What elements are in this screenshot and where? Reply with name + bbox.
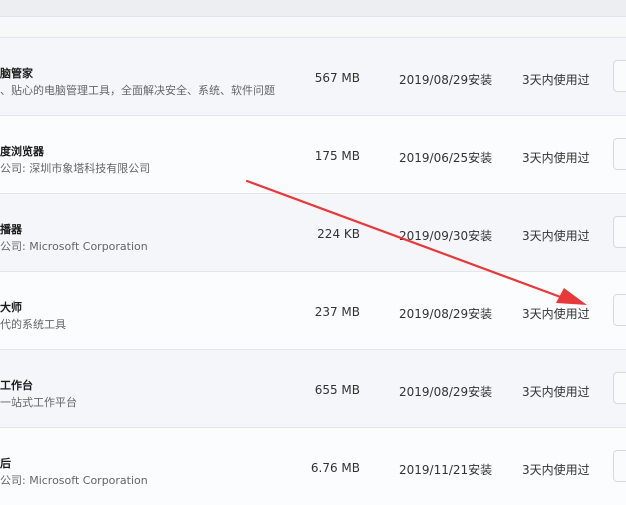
software-size: 567 MB — [314, 71, 360, 85]
software-size: 237 MB — [314, 305, 360, 319]
top-toolbar — [0, 0, 626, 17]
software-row[interactable]: 脑管家 、贴心的电脑管理工具，全面解决安全、系统、软件问题 567 MB 201… — [0, 37, 626, 115]
install-date: 2019/09/30安装 — [399, 229, 493, 243]
uninstall-button[interactable] — [613, 372, 626, 404]
software-description: 公司: 深圳市象塔科技有限公司 — [0, 162, 151, 175]
install-date: 2019/08/29安装 — [399, 73, 493, 87]
software-row[interactable]: 度浏览器 公司: 深圳市象塔科技有限公司 175 MB 2019/06/25安装… — [0, 115, 626, 193]
software-row[interactable]: 后 公司: Microsoft Corporation 6.76 MB 2019… — [0, 427, 626, 505]
uninstall-button[interactable] — [613, 216, 626, 248]
software-row[interactable]: 播器 公司: Microsoft Corporation 224 KB 2019… — [0, 193, 626, 271]
uninstall-button[interactable] — [613, 138, 626, 170]
last-used: 3天内使用过 — [522, 463, 590, 477]
install-date: 2019/08/29安装 — [399, 307, 493, 321]
last-used: 3天内使用过 — [522, 73, 590, 87]
software-size: 655 MB — [314, 383, 360, 397]
uninstall-button[interactable] — [613, 60, 626, 92]
software-name: 大师 — [0, 301, 22, 314]
install-date: 2019/06/25安装 — [399, 151, 493, 165]
uninstall-button[interactable] — [613, 294, 626, 326]
software-row[interactable]: 大师 代的系统工具 237 MB 2019/08/29安装 3天内使用过 — [0, 271, 626, 349]
install-date: 2019/08/29安装 — [399, 385, 493, 399]
software-description: 公司: Microsoft Corporation — [0, 474, 148, 487]
list-header-gap — [0, 17, 626, 37]
software-row[interactable]: 工作台 一站式工作平台 655 MB 2019/08/29安装 3天内使用过 — [0, 349, 626, 427]
software-size: 175 MB — [314, 149, 360, 163]
software-size: 224 KB — [317, 227, 360, 241]
software-description: 、贴心的电脑管理工具，全面解决安全、系统、软件问题 — [0, 84, 275, 97]
software-name: 工作台 — [0, 379, 33, 392]
last-used: 3天内使用过 — [522, 151, 590, 165]
software-description: 一站式工作平台 — [0, 396, 77, 409]
installed-software-list: 脑管家 、贴心的电脑管理工具，全面解决安全、系统、软件问题 567 MB 201… — [0, 37, 626, 505]
software-name: 度浏览器 — [0, 145, 44, 158]
last-used: 3天内使用过 — [522, 307, 590, 321]
software-description: 公司: Microsoft Corporation — [0, 240, 148, 253]
last-used: 3天内使用过 — [522, 229, 590, 243]
software-name: 播器 — [0, 223, 22, 236]
install-date: 2019/11/21安装 — [399, 463, 493, 477]
software-size: 6.76 MB — [310, 461, 360, 475]
software-name: 脑管家 — [0, 67, 33, 80]
software-description: 代的系统工具 — [0, 318, 66, 331]
last-used: 3天内使用过 — [522, 385, 590, 399]
uninstall-button[interactable] — [613, 450, 626, 482]
software-name: 后 — [0, 457, 11, 470]
